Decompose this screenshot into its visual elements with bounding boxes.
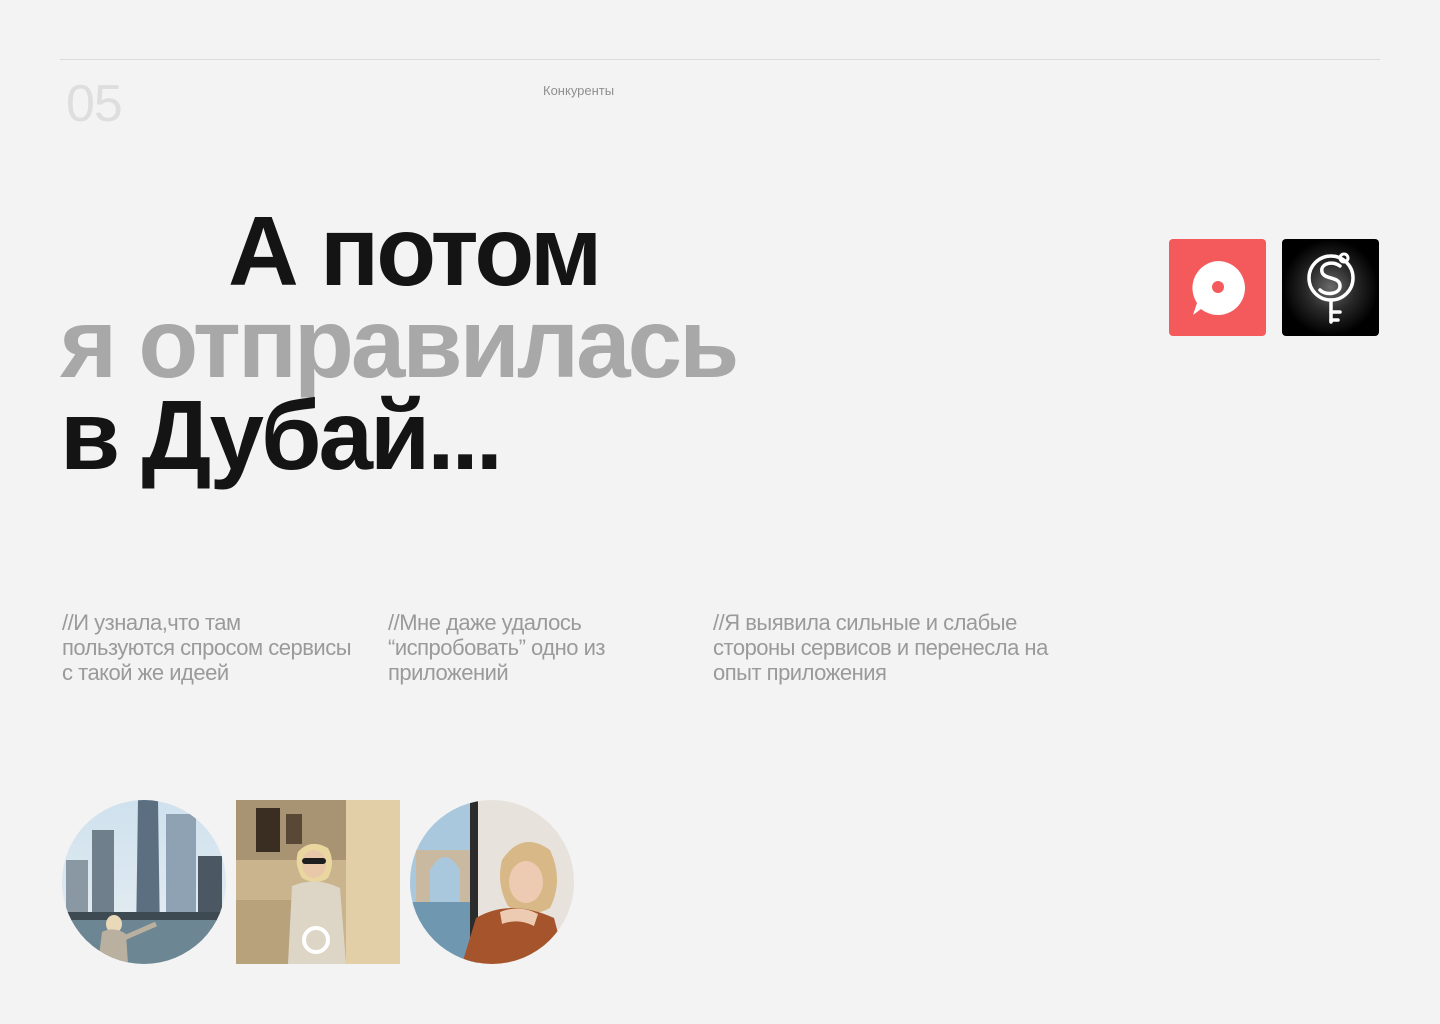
headline-line-1: А потом <box>228 196 602 306</box>
headline-line-2: я отправилась <box>60 288 739 398</box>
portrait-wall-photo <box>236 800 400 964</box>
page-number: 05 <box>66 75 123 133</box>
competitor-logos <box>1169 239 1379 336</box>
note-1: //И узнала,что там пользуются спросом се… <box>62 610 352 685</box>
headline: А потом я отправилась в Дубай... <box>60 196 739 490</box>
note-3: //Я выявила сильные и слабые стороны сер… <box>713 610 1048 685</box>
window-view-photo <box>410 800 574 964</box>
section-label: Конкуренты <box>543 83 615 98</box>
headline-line-3: в Дубай... <box>60 380 503 490</box>
note-2: //Мне даже удалось “испробовать” одно из… <box>388 610 605 685</box>
city-skyline-photo <box>62 800 226 964</box>
map-pin-chat-icon <box>1169 239 1266 336</box>
key-s-monogram-icon <box>1282 239 1379 336</box>
top-divider <box>60 59 1380 60</box>
